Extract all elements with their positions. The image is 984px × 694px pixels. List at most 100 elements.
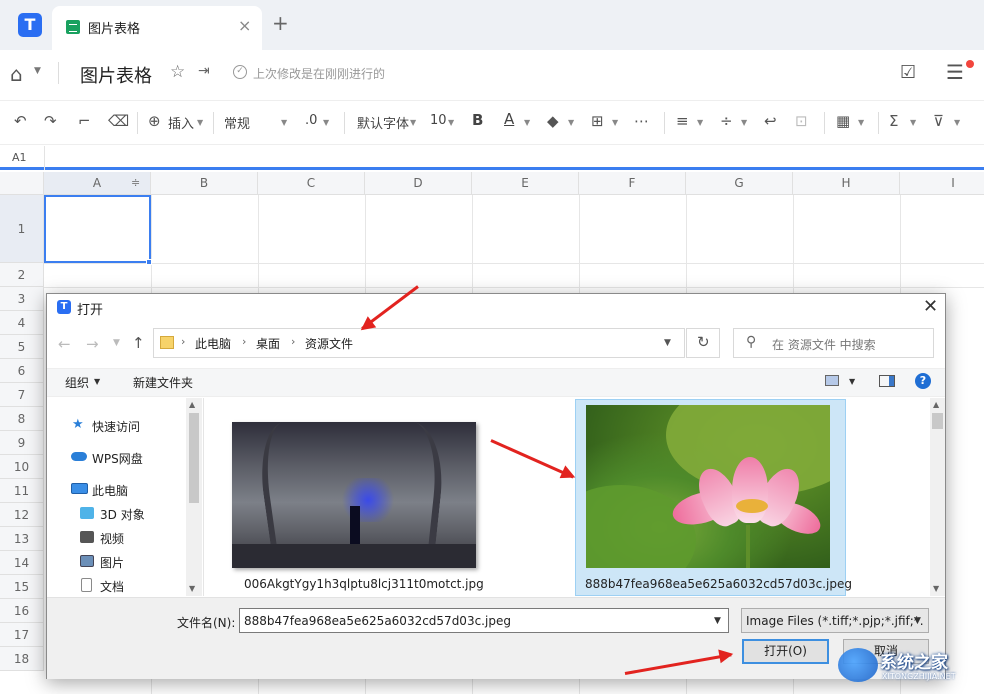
chevron-down-icon[interactable]: ▼ [524, 118, 530, 127]
column-filter-icon[interactable]: ≑ [131, 176, 140, 189]
chevron-down-icon[interactable]: ▼ [448, 118, 454, 127]
chevron-right-icon[interactable]: › [181, 335, 185, 348]
undo-icon[interactable]: ↶ [14, 112, 27, 130]
chevron-down-icon[interactable]: ▼ [714, 616, 721, 626]
row-header[interactable]: 5 [0, 335, 44, 359]
file-thumbnail[interactable] [586, 405, 830, 568]
selected-cell[interactable] [44, 195, 151, 263]
search-placeholder[interactable]: 在 资源文件 中搜索 [772, 336, 876, 353]
font-select[interactable]: 默认字体 [357, 113, 409, 132]
chevron-right-icon[interactable]: › [291, 335, 295, 348]
scrollbar-thumb[interactable] [932, 413, 943, 429]
document-title[interactable]: 图片表格 [80, 62, 152, 88]
wrap-text-icon[interactable]: ↩ [764, 112, 777, 130]
star-icon[interactable]: ☆ [170, 62, 185, 82]
chevron-down-icon[interactable]: ▼ [664, 338, 671, 348]
column-header[interactable]: E [472, 172, 579, 195]
column-header[interactable]: D [365, 172, 472, 195]
close-icon[interactable]: ✕ [923, 296, 938, 317]
chevron-down-icon[interactable]: ▼ [94, 377, 100, 386]
row-header[interactable]: 15 [0, 575, 44, 599]
chevron-down-icon[interactable]: ▼ [954, 118, 960, 127]
scroll-down-icon[interactable]: ▼ [933, 584, 939, 593]
select-all-corner[interactable] [0, 172, 44, 195]
row-header[interactable]: 10 [0, 455, 44, 479]
scrollbar-thumb[interactable] [189, 413, 199, 503]
bold-button[interactable]: B [472, 111, 483, 129]
chevron-down-icon[interactable]: ▼ [741, 118, 747, 127]
chevron-down-icon[interactable]: ▼ [323, 118, 329, 127]
app-logo-icon[interactable]: T [18, 13, 42, 37]
font-color-button[interactable]: A [504, 110, 514, 128]
row-header[interactable]: 13 [0, 527, 44, 551]
move-icon[interactable]: ⇥ [198, 63, 210, 79]
refresh-icon[interactable]: ↻ [697, 333, 710, 351]
cell-reference[interactable]: A1 [12, 151, 27, 164]
row-header[interactable]: 6 [0, 359, 44, 383]
fill-handle[interactable] [146, 259, 152, 265]
insert-icon[interactable]: ⊕ [148, 112, 161, 130]
row-header[interactable]: 9 [0, 431, 44, 455]
up-arrow-icon[interactable]: ↑ [132, 334, 145, 352]
format-painter-icon[interactable]: ⌐ [78, 112, 91, 130]
chevron-down-icon[interactable]: ▼ [113, 338, 120, 348]
new-tab-button[interactable]: + [272, 11, 289, 35]
number-format-select[interactable]: 常规 [224, 113, 250, 132]
chevron-right-icon[interactable]: › [242, 335, 246, 348]
row-header[interactable]: 1 [0, 195, 44, 263]
chevron-down-icon[interactable]: ▼ [697, 118, 703, 127]
chevron-down-icon[interactable]: ▼ [914, 616, 921, 626]
column-header[interactable]: B [151, 172, 258, 195]
merge-cells-icon[interactable]: ⊡ [795, 112, 808, 130]
row-header[interactable]: 14 [0, 551, 44, 575]
nav-item-3d-objects[interactable]: 3D 对象 [100, 506, 145, 523]
chevron-down-icon[interactable]: ▼ [849, 377, 855, 386]
breadcrumb-item[interactable]: 资源文件 [305, 335, 353, 352]
row-header[interactable]: 11 [0, 479, 44, 503]
nav-item-documents[interactable]: 文档 [100, 578, 124, 595]
home-icon[interactable]: ⌂ [10, 62, 23, 86]
forward-arrow-icon[interactable]: → [86, 335, 99, 353]
nav-item-pictures[interactable]: 图片 [100, 554, 124, 571]
row-header[interactable]: 8 [0, 407, 44, 431]
new-folder-button[interactable]: 新建文件夹 [133, 374, 193, 391]
row-header[interactable]: 7 [0, 383, 44, 407]
column-header[interactable]: H [793, 172, 900, 195]
view-icon[interactable] [825, 375, 839, 386]
chevron-down-icon[interactable]: ▼ [612, 118, 618, 127]
menu-icon[interactable]: ☰ [946, 60, 964, 84]
vertical-align-icon[interactable]: ÷ [720, 112, 733, 130]
preview-pane-icon[interactable] [879, 375, 895, 387]
nav-item-this-pc[interactable]: 此电脑 [92, 482, 128, 499]
chevron-down-icon[interactable]: ▼ [410, 118, 416, 127]
more-icon[interactable]: ⋯ [634, 112, 649, 130]
sum-icon[interactable]: Σ [889, 112, 898, 130]
chevron-down-icon[interactable]: ▼ [910, 118, 916, 127]
nav-item-wps-drive[interactable]: WPS网盘 [92, 450, 143, 467]
formula-bar[interactable] [0, 146, 984, 170]
tab-document[interactable]: 图片表格 × [52, 6, 262, 50]
row-header[interactable]: 12 [0, 503, 44, 527]
chevron-down-icon[interactable]: ▼ [197, 118, 203, 127]
eraser-icon[interactable]: ⌫ [108, 112, 129, 130]
fill-color-icon[interactable]: ◆ [547, 112, 559, 130]
scroll-up-icon[interactable]: ▲ [933, 400, 939, 409]
help-icon[interactable]: ? [915, 373, 931, 389]
open-button[interactable]: 打开(O) [742, 639, 829, 664]
tab-close-icon[interactable]: × [238, 16, 251, 35]
row-header[interactable]: 2 [0, 263, 44, 287]
chevron-down-icon[interactable]: ▼ [858, 118, 864, 127]
nav-item-videos[interactable]: 视频 [100, 530, 124, 547]
conditional-format-icon[interactable]: ▦ [836, 112, 850, 130]
breadcrumb-item[interactable]: 此电脑 [195, 335, 231, 352]
column-header[interactable]: G [686, 172, 793, 195]
column-header[interactable]: C [258, 172, 365, 195]
scroll-down-icon[interactable]: ▼ [189, 584, 195, 593]
row-header[interactable]: 3 [0, 287, 44, 311]
file-thumbnail[interactable] [232, 422, 476, 568]
border-icon[interactable]: ⊞ [591, 112, 604, 130]
row-header[interactable]: 4 [0, 311, 44, 335]
scroll-up-icon[interactable]: ▲ [189, 400, 195, 409]
back-arrow-icon[interactable]: ← [58, 335, 71, 353]
address-bar[interactable] [153, 328, 685, 358]
